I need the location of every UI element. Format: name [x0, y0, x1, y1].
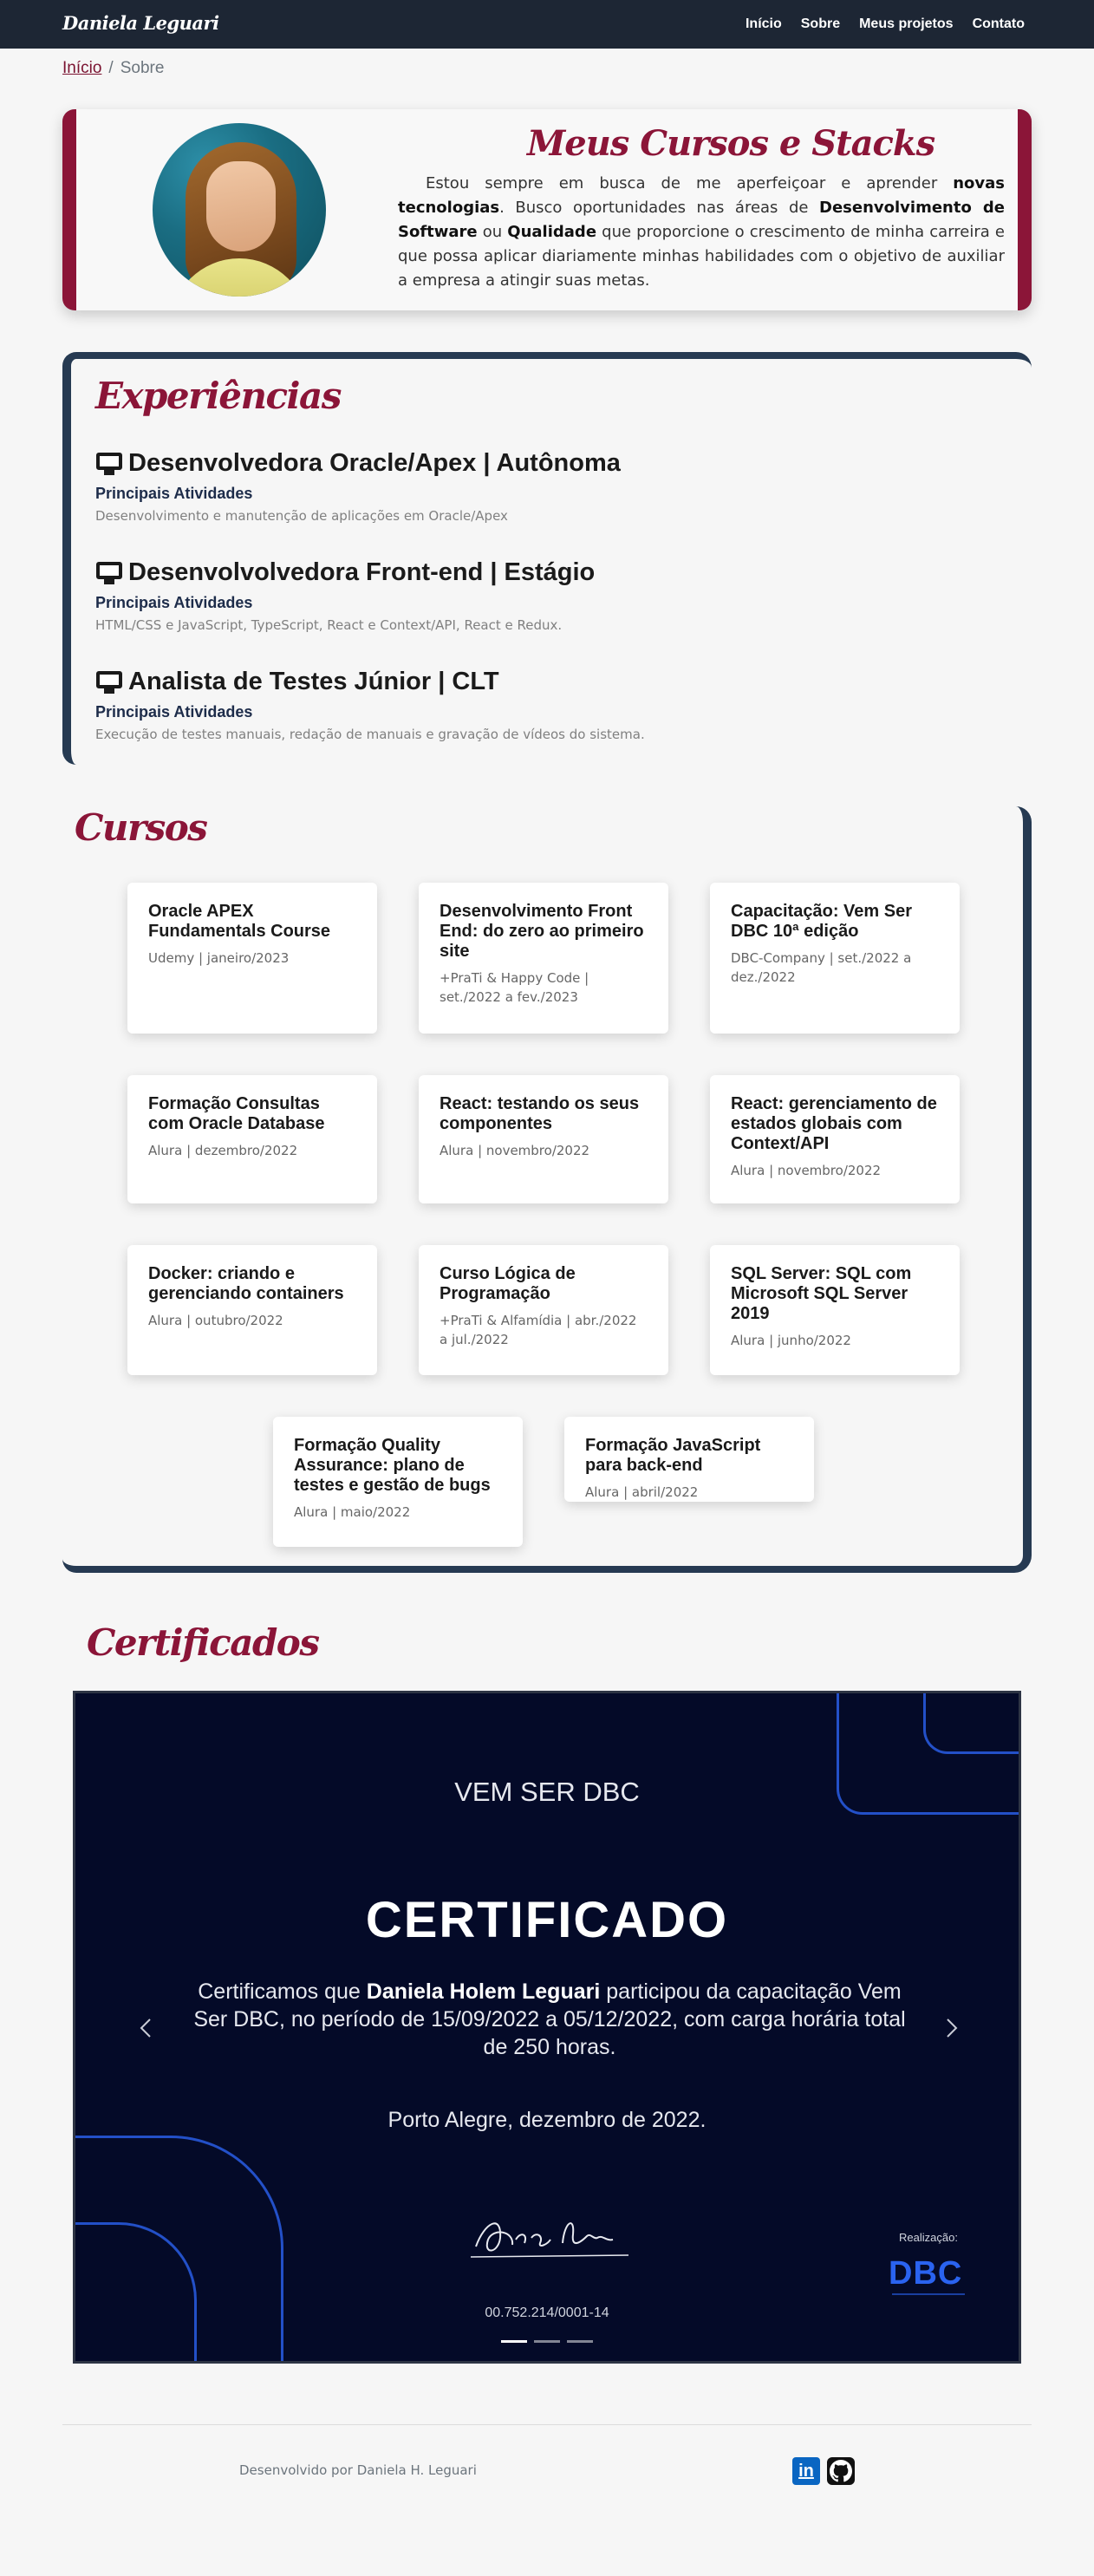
course-card: SQL Server: SQL com Microsoft SQL Server…: [710, 1245, 960, 1375]
certificate-cnpj: 00.752.214/0001-14: [485, 2305, 609, 2320]
carousel-indicator[interactable]: [501, 2340, 527, 2343]
course-title: React: testando os seus componentes: [440, 1094, 640, 1133]
decorative-line: [923, 1693, 1019, 1754]
course-meta: +PraTi & Happy Code | set./2022 a fev./2…: [440, 970, 589, 1005]
carousel-next-button[interactable]: [934, 2011, 968, 2045]
monitor-icon: [95, 452, 123, 476]
chevron-right-icon: [947, 2018, 958, 2038]
experience-title: Desenvolvedora Oracle/Apex | Autônoma: [128, 449, 621, 477]
certificates-title: Certificados: [87, 1621, 320, 1664]
course-meta: Alura | junho/2022: [731, 1333, 851, 1348]
experience-subtitle: Principais Atividades: [95, 594, 253, 611]
linkedin-icon[interactable]: in: [792, 2457, 820, 2485]
breadcrumb: Início / Sobre: [62, 59, 164, 78]
signature-image: [470, 2222, 629, 2258]
experience-subtitle: Principais Atividades: [95, 485, 253, 502]
experience-item: Analista de Testes Júnior | CLT Principa…: [95, 668, 645, 742]
course-title: Formação JavaScript para back-end: [585, 1436, 761, 1475]
course-meta: Udemy | janeiro/2023: [148, 950, 290, 966]
certificate-carousel[interactable]: VEM SER DBC CERTIFICADO Certificamos que…: [73, 1691, 1021, 2364]
certificate-header: VEM SER DBC: [454, 1777, 640, 1807]
breadcrumb-separator: /: [108, 59, 114, 77]
course-title: Docker: criando e gerenciando containers: [148, 1264, 344, 1303]
monitor-icon: [95, 561, 123, 585]
course-card: React: gerenciamento de estados globais …: [710, 1075, 960, 1203]
course-meta: Alura | novembro/2022: [440, 1143, 590, 1158]
experience-title: Analista de Testes Júnior | CLT: [128, 668, 499, 695]
experience-description: HTML/CSS e JavaScript, TypeScript, React…: [95, 617, 563, 633]
navbar: Daniela Leguari Início Sobre Meus projet…: [0, 0, 1094, 49]
certificate-body: Certificamos que Daniela Holem Leguari p…: [193, 1979, 906, 2059]
realizacao-label: Realização:: [899, 2231, 958, 2244]
course-meta: +PraTi & Alfamídia | abr./2022 a jul./20…: [440, 1313, 637, 1347]
nav-link-sobre[interactable]: Sobre: [801, 16, 840, 32]
carousel-indicators: [75, 2340, 1019, 2343]
course-card: Oracle APEX Fundamentals Course Udemy | …: [127, 883, 377, 1034]
social-links: in: [792, 2457, 855, 2485]
courses-title: Cursos: [75, 806, 208, 849]
course-card: Formação JavaScript para back-end Alura …: [564, 1417, 814, 1502]
course-card: Docker: criando e gerenciando containers…: [127, 1245, 377, 1375]
course-title: Desenvolvimento Front End: do zero ao pr…: [440, 902, 644, 961]
course-title: React: gerenciamento de estados globais …: [731, 1094, 937, 1153]
experience-item: Desenvolvedora Oracle/Apex | Autônoma Pr…: [95, 449, 621, 524]
certificate-heading: CERTIFICADO: [365, 1892, 729, 1948]
course-card: Formação Consultas com Oracle Database A…: [127, 1075, 377, 1203]
dbc-logo: DBC: [889, 2255, 963, 2292]
course-title: Capacitação: Vem Ser DBC 10ª edição: [731, 902, 912, 941]
course-title: Formação Consultas com Oracle Database: [148, 1094, 325, 1133]
dbc-logo-underline: [892, 2293, 965, 2295]
about-text: Estou sempre em busca de me aperfeiçoar …: [398, 174, 1005, 290]
course-meta: Alura | maio/2022: [294, 1504, 411, 1520]
course-title: SQL Server: SQL com Microsoft SQL Server…: [731, 1264, 912, 1323]
brand-logo[interactable]: Daniela Leguari: [62, 12, 219, 34]
nav-link-contato[interactable]: Contato: [973, 16, 1025, 32]
course-card: Capacitação: Vem Ser DBC 10ª edição DBC-…: [710, 883, 960, 1034]
course-card: Curso Lógica de Programação +PraTi & Alf…: [419, 1245, 668, 1375]
course-title: Oracle APEX Fundamentals Course: [148, 902, 331, 941]
course-meta: Alura | novembro/2022: [731, 1163, 882, 1178]
experience-description: Execução de testes manuais, redação de m…: [95, 727, 645, 742]
certificate-place-date: Porto Alegre, dezembro de 2022.: [387, 2108, 707, 2132]
breadcrumb-home-link[interactable]: Início: [62, 59, 101, 78]
experience-description: Desenvolvimento e manutenção de aplicaçõ…: [95, 508, 508, 524]
experience-subtitle: Principais Atividades: [95, 703, 253, 721]
github-icon[interactable]: [827, 2457, 855, 2485]
course-title: Curso Lógica de Programação: [440, 1264, 576, 1303]
footer-credit: Desenvolvido por Daniela H. Leguari: [239, 2462, 477, 2478]
carousel-indicator[interactable]: [534, 2340, 560, 2343]
breadcrumb-current: Sobre: [120, 59, 165, 77]
courses-section: Cursos Oracle APEX Fundamentals Course U…: [62, 806, 1032, 1573]
experience-title: Desenvolvolvedora Front-end | Estágio: [128, 558, 596, 586]
about-title: Meus Cursos e Stacks: [527, 123, 935, 164]
chevron-left-icon: [140, 2018, 151, 2038]
profile-photo: [153, 123, 326, 297]
nav-link-inicio[interactable]: Início: [746, 16, 782, 32]
about-card: Meus Cursos e Stacks Estou sempre em bus…: [62, 109, 1032, 310]
course-meta: Alura | outubro/2022: [148, 1313, 283, 1328]
course-card: Desenvolvimento Front End: do zero ao pr…: [419, 883, 668, 1034]
carousel-prev-button[interactable]: [129, 2011, 164, 2045]
course-meta: Alura | abril/2022: [585, 1484, 699, 1500]
monitor-icon: [95, 670, 123, 695]
experiences-section: Experiências Desenvolvedora Oracle/Apex …: [62, 352, 1032, 765]
experiences-title: Experiências: [95, 375, 342, 417]
course-meta: DBC-Company | set./2022 a dez./2022: [731, 950, 912, 985]
experience-item: Desenvolvolvedora Front-end | Estágio Pr…: [95, 558, 595, 633]
nav-link-projetos[interactable]: Meus projetos: [859, 16, 953, 32]
carousel-indicator[interactable]: [567, 2340, 593, 2343]
footer-divider: [62, 2424, 1032, 2425]
nav-links: Início Sobre Meus projetos Contato: [746, 16, 1025, 32]
course-card: React: testando os seus componentes Alur…: [419, 1075, 668, 1203]
course-meta: Alura | dezembro/2022: [148, 1143, 298, 1158]
course-card: Formação Quality Assurance: plano de tes…: [273, 1417, 523, 1547]
course-title: Formação Quality Assurance: plano de tes…: [294, 1436, 491, 1495]
